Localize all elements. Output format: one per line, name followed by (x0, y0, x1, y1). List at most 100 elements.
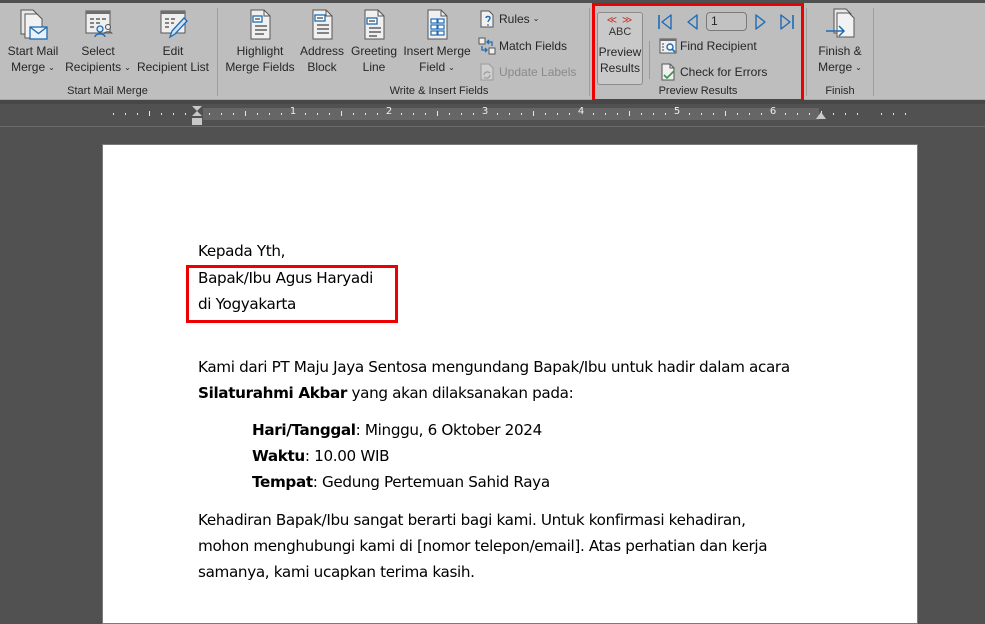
closing-line: mohon menghubungi kami di [nomor telepon… (198, 537, 768, 555)
ruler-tick (149, 111, 150, 116)
closing-line: samanya, kami ucapkan terima kasih. (198, 563, 475, 581)
ruler-tick (161, 113, 162, 115)
intro-rest: yang akan dilaksanakan pada: (347, 384, 574, 402)
ruler-tick (209, 113, 210, 115)
inner-separator (649, 41, 650, 79)
ruler-tick (413, 113, 414, 115)
preview-results-button[interactable]: ≪ ≫ ABC Preview Results (597, 12, 643, 85)
ruler-number: 4 (577, 106, 585, 117)
ruler-tick (881, 113, 882, 115)
start-mail-merge-button[interactable]: Start Mail Merge ⌄ (4, 7, 62, 76)
ruler-tick (533, 111, 534, 116)
next-record-icon[interactable] (753, 13, 769, 31)
highlight-merge-fields-line2: Merge Fields (225, 60, 295, 74)
highlight-merge-fields-line1: Highlight (236, 44, 284, 58)
chevron-down-icon: ⌄ (124, 63, 131, 72)
recipient-name-field: Bapak/Ibu Agus Haryadi (198, 269, 373, 287)
greeting-line-button[interactable]: Greeting Line (349, 7, 399, 75)
finish-merge-button[interactable]: Finish & Merge ⌄ (812, 7, 868, 76)
ruler-tick (341, 111, 342, 116)
group-label-preview-results: Preview Results (658, 85, 738, 97)
ruler-tick (281, 113, 282, 115)
start-mail-merge-line2: Merge (11, 60, 46, 74)
insert-merge-field-button[interactable]: Insert Merge Field ⌄ (402, 7, 472, 76)
chevron-down-icon: ⌄ (855, 63, 862, 72)
insert-merge-field-line1: Insert Merge (403, 44, 471, 58)
find-recipient-button[interactable]: Find Recipient (659, 36, 757, 56)
previous-record-icon[interactable] (684, 13, 700, 31)
rules-button[interactable]: Rules ⌄ (478, 9, 539, 29)
edit-recipient-list-button[interactable]: Edit Recipient List (134, 7, 212, 75)
ruler-tick (905, 113, 906, 115)
record-number-input[interactable]: 1 (706, 12, 747, 31)
update-labels-button[interactable]: Update Labels (478, 62, 576, 82)
rules-icon (480, 10, 494, 28)
ruler-tick (233, 113, 234, 115)
address-block-line2: Block (307, 60, 337, 74)
select-recipients-line2: Recipients (65, 60, 122, 74)
select-recipients-line1: Select (81, 44, 115, 58)
update-labels-label: Update Labels (499, 65, 577, 79)
start-mail-merge-icon (20, 9, 48, 40)
address-block-button[interactable]: Address Block (299, 7, 345, 75)
ruler-tick (569, 113, 570, 115)
address-block-line1: Address (299, 44, 345, 58)
ruler-number: 1 (289, 106, 297, 117)
edit-recipient-list-line1: Edit (162, 44, 184, 58)
insert-merge-field-line2: Field (419, 60, 446, 74)
group-start-mail-merge: Start Mail Merge ⌄ Select Recipients ⌄ E… (0, 3, 215, 100)
ruler-number: 2 (385, 106, 393, 117)
ruler-tick (509, 113, 510, 115)
ruler-tick (605, 113, 606, 115)
ruler-tick (317, 113, 318, 115)
match-fields-label: Match Fields (499, 39, 568, 53)
finish-merge-line2: Merge (818, 60, 853, 74)
insert-merge-field-icon (427, 9, 448, 40)
ruler-tick (797, 113, 798, 115)
ruler-tick (245, 111, 246, 116)
chevron-down-icon: ⌄ (448, 63, 455, 72)
group-label-finish: Finish (825, 85, 855, 97)
ruler-tick (137, 113, 138, 115)
select-recipients-button[interactable]: Select Recipients ⌄ (64, 7, 132, 76)
group-separator (589, 8, 590, 96)
salutation-text: Kepada Yth, (198, 242, 286, 260)
last-record-icon[interactable] (779, 13, 795, 31)
group-separator (806, 8, 807, 96)
check-for-errors-label: Check for Errors (680, 65, 768, 79)
ruler-tick (785, 113, 786, 115)
ruler-tick (701, 113, 702, 115)
finish-merge-line1: Finish & (818, 44, 862, 58)
right-indent-marker-handle[interactable] (815, 110, 827, 120)
ruler-tick (593, 113, 594, 115)
event-name: Silaturahmi Akbar (198, 384, 348, 402)
ruler-tick (269, 113, 270, 115)
detail-value: : Minggu, 6 Oktober 2024 (355, 421, 543, 439)
detail-row: Hari/Tanggal: Minggu, 6 Oktober 2024 (252, 417, 542, 444)
ruler-tick (221, 113, 222, 115)
greeting-line-line1: Greeting (350, 44, 398, 58)
chevron-down-icon: ⌄ (532, 14, 540, 23)
indent-marker-handle[interactable] (191, 105, 203, 126)
ruler-tick (437, 111, 438, 116)
ruler-tick (725, 111, 726, 116)
ruler-tick (629, 111, 630, 116)
ruler-tick (641, 113, 642, 115)
check-for-errors-button[interactable]: Check for Errors (659, 62, 767, 82)
ruler-tick (185, 113, 186, 115)
detail-value: : Gedung Pertemuan Sahid Raya (312, 473, 550, 491)
ruler-tick (257, 113, 258, 115)
ruler-tick (689, 113, 690, 115)
detail-value: : 10.00 WIB (304, 447, 390, 465)
ruler-tick (665, 113, 666, 115)
group-label-write-insert-fields: Write & Insert Fields (389, 85, 489, 97)
ruler-tick (809, 113, 810, 115)
group-write-insert-fields: Highlight Merge Fields Address Block Gre… (219, 3, 589, 100)
ruler-divider (0, 126, 985, 127)
detail-label: Hari/Tanggal (252, 421, 356, 439)
highlight-merge-fields-button[interactable]: Highlight Merge Fields (225, 7, 295, 75)
match-fields-button[interactable]: Match Fields (478, 36, 567, 56)
ruler-tick (461, 113, 462, 115)
ruler-tick (125, 113, 126, 115)
first-record-icon[interactable] (657, 13, 673, 31)
